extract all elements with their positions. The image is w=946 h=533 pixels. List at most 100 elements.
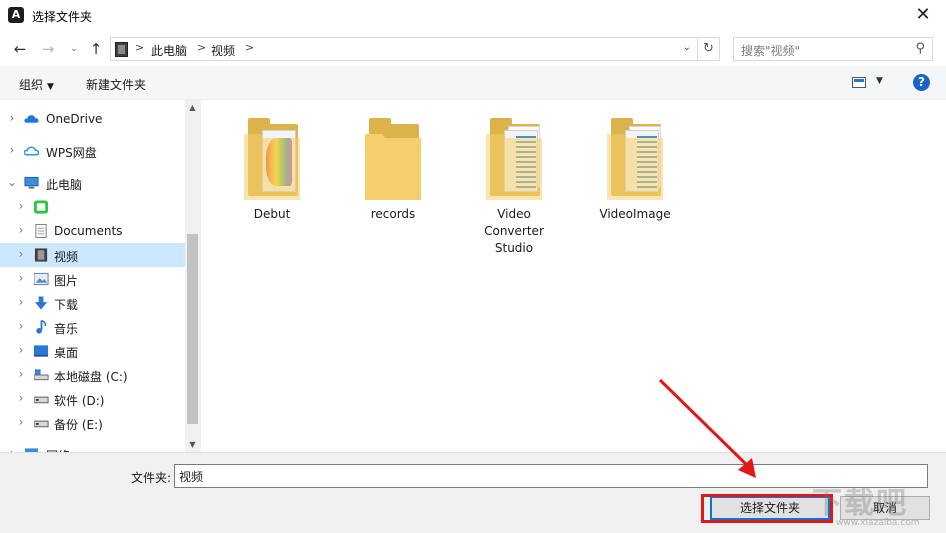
sidebar-item-label: 图片 [54, 274, 79, 288]
sidebar-item-label: 桌面 [54, 346, 79, 360]
sidebar-item-label: 此电脑 [46, 178, 83, 192]
sidebar-item-label: 本地磁盘 (C:) [54, 370, 128, 384]
chevron-right-icon[interactable]: › [16, 199, 26, 213]
folder-icon [607, 114, 663, 202]
watermark-logo: 下载吧 [812, 486, 908, 521]
sidebar-scrollbar[interactable]: ▲ ▼ [185, 100, 200, 452]
download-icon [34, 296, 48, 310]
sidebar-item-desktop[interactable]: › 桌面 [0, 339, 185, 363]
sidebar-item-label: 软件 (D:) [54, 394, 105, 408]
folder-name: VideoImage [599, 207, 671, 221]
watermark-url: www.xiazaiba.com [836, 518, 920, 528]
sidebar-item-label: Documents [54, 224, 123, 238]
sidebar-item-label: 备份 (E:) [54, 418, 103, 432]
scroll-down-icon[interactable]: ▼ [185, 437, 200, 452]
sidebar-item-music[interactable]: › 音乐 [0, 315, 185, 339]
chevron-right-icon[interactable]: › [16, 391, 26, 405]
folder-item-videoimage[interactable]: VideoImage [585, 114, 685, 223]
app-logo-icon: A [8, 7, 24, 23]
chevron-right-icon[interactable]: › [16, 415, 26, 429]
pictures-icon [34, 272, 49, 286]
desktop-icon [34, 345, 49, 357]
sidebar-item-downloads[interactable]: › 下载 [0, 291, 185, 315]
help-icon[interactable]: ? [913, 74, 930, 91]
sidebar-item-label: WPS网盘 [46, 146, 97, 160]
folder-name: records [370, 207, 416, 221]
sidebar-item-network[interactable]: › 网络 [0, 442, 185, 452]
search-placeholder: 搜索"视频" [741, 44, 801, 58]
sidebar-item-label: 视频 [54, 250, 79, 264]
scroll-up-icon[interactable]: ▲ [185, 100, 200, 115]
video-folder-icon [115, 42, 128, 57]
command-toolbar: 组织 ▼ 新建文件夹 ▼ ? [0, 66, 946, 100]
forward-button[interactable]: → [38, 39, 58, 59]
chevron-right-icon[interactable]: › [16, 343, 26, 357]
cloud-icon [24, 146, 39, 156]
chevron-down-icon[interactable]: ⌄ [683, 42, 691, 53]
caret-down-icon: ▼ [47, 82, 54, 92]
folder-icon [244, 114, 300, 202]
up-button[interactable]: ↑ [86, 39, 106, 59]
folder-name: Debut [253, 207, 291, 221]
organize-menu[interactable]: 组织 ▼ [19, 76, 54, 93]
video-icon [34, 248, 48, 262]
sidebar-item-label: 音乐 [54, 322, 79, 336]
document-icon [35, 224, 47, 238]
file-list: Debut records Video Converter Studio Vid… [200, 100, 946, 452]
chevron-right-icon[interactable]: › [16, 223, 26, 237]
breadcrumb-separator[interactable]: > [245, 41, 254, 54]
sidebar-item-drive-e[interactable]: › 备份 (E:) [0, 411, 185, 435]
sidebar-item-drive-c[interactable]: › 本地磁盘 (C:) [0, 363, 185, 387]
breadcrumb-separator: > [135, 41, 145, 54]
chevron-right-icon[interactable]: › [16, 247, 26, 261]
chevron-right-icon[interactable]: › [7, 143, 17, 157]
navigation-bar: ← → ⌄ ↑ > 此电脑 > 视频 > ⌄ ↻ 搜索"视频" ⚲ [0, 32, 946, 66]
sidebar-item-pictures[interactable]: › 图片 [0, 267, 185, 291]
search-icon: ⚲ [915, 41, 925, 56]
view-options-icon[interactable] [852, 77, 866, 88]
back-button[interactable]: ← [10, 39, 30, 59]
iqiyi-icon [34, 200, 49, 214]
chevron-right-icon[interactable]: › [7, 111, 17, 125]
scrollbar-thumb[interactable] [187, 234, 198, 424]
breadcrumb-this-pc[interactable]: 此电脑 [151, 42, 187, 59]
sidebar-item-iqiyi[interactable]: › [0, 195, 185, 219]
sidebar-item-documents[interactable]: › Documents [0, 219, 185, 243]
cloud-icon [24, 115, 39, 123]
folder-name: Video Converter Studio [484, 207, 544, 255]
sidebar-item-label: OneDrive [46, 112, 103, 126]
close-button[interactable]: ✕ [900, 0, 946, 32]
sidebar-item-this-pc[interactable]: ⌄ 此电脑 [0, 171, 185, 195]
breadcrumb-videos[interactable]: 视频 [211, 42, 235, 59]
organize-label: 组织 [19, 78, 44, 92]
title-bar: A 选择文件夹 ✕ [0, 0, 946, 32]
chevron-right-icon[interactable]: › [16, 367, 26, 381]
sidebar-item-onedrive[interactable]: › OneDrive [0, 107, 185, 131]
sidebar-item-videos[interactable]: › 视频 [0, 243, 185, 267]
music-icon [36, 320, 47, 334]
sidebar-item-wps-drive[interactable]: › WPS网盘 [0, 139, 185, 163]
folder-item-debut[interactable]: Debut [222, 114, 322, 223]
address-bar[interactable]: > 此电脑 > 视频 > ⌄ [110, 37, 698, 61]
breadcrumb-separator[interactable]: > [197, 41, 206, 54]
folder-item-records[interactable]: records [343, 114, 443, 223]
window-title: 选择文件夹 [32, 10, 93, 24]
drive-icon [34, 396, 49, 404]
refresh-button[interactable]: ↻ [698, 37, 720, 61]
sidebar-item-label: 下载 [54, 298, 79, 312]
drive-icon [34, 420, 49, 428]
folder-icon [365, 114, 421, 202]
search-input[interactable]: 搜索"视频" ⚲ [733, 37, 933, 61]
chevron-right-icon[interactable]: › [16, 319, 26, 333]
new-folder-button[interactable]: 新建文件夹 [86, 76, 146, 93]
view-dropdown-icon[interactable]: ▼ [876, 76, 883, 86]
folder-icon [486, 114, 542, 202]
computer-icon [24, 176, 39, 189]
sidebar-item-drive-d[interactable]: › 软件 (D:) [0, 387, 185, 411]
chevron-right-icon[interactable]: › [16, 295, 26, 309]
navigation-pane: › OneDrive › WPS网盘 ⌄ 此电脑 › › Documents ›… [0, 100, 200, 452]
chevron-right-icon[interactable]: › [16, 271, 26, 285]
recent-locations-button[interactable]: ⌄ [64, 39, 84, 59]
folder-item-video-converter-studio[interactable]: Video Converter Studio [464, 114, 564, 257]
chevron-down-icon[interactable]: ⌄ [7, 175, 17, 189]
